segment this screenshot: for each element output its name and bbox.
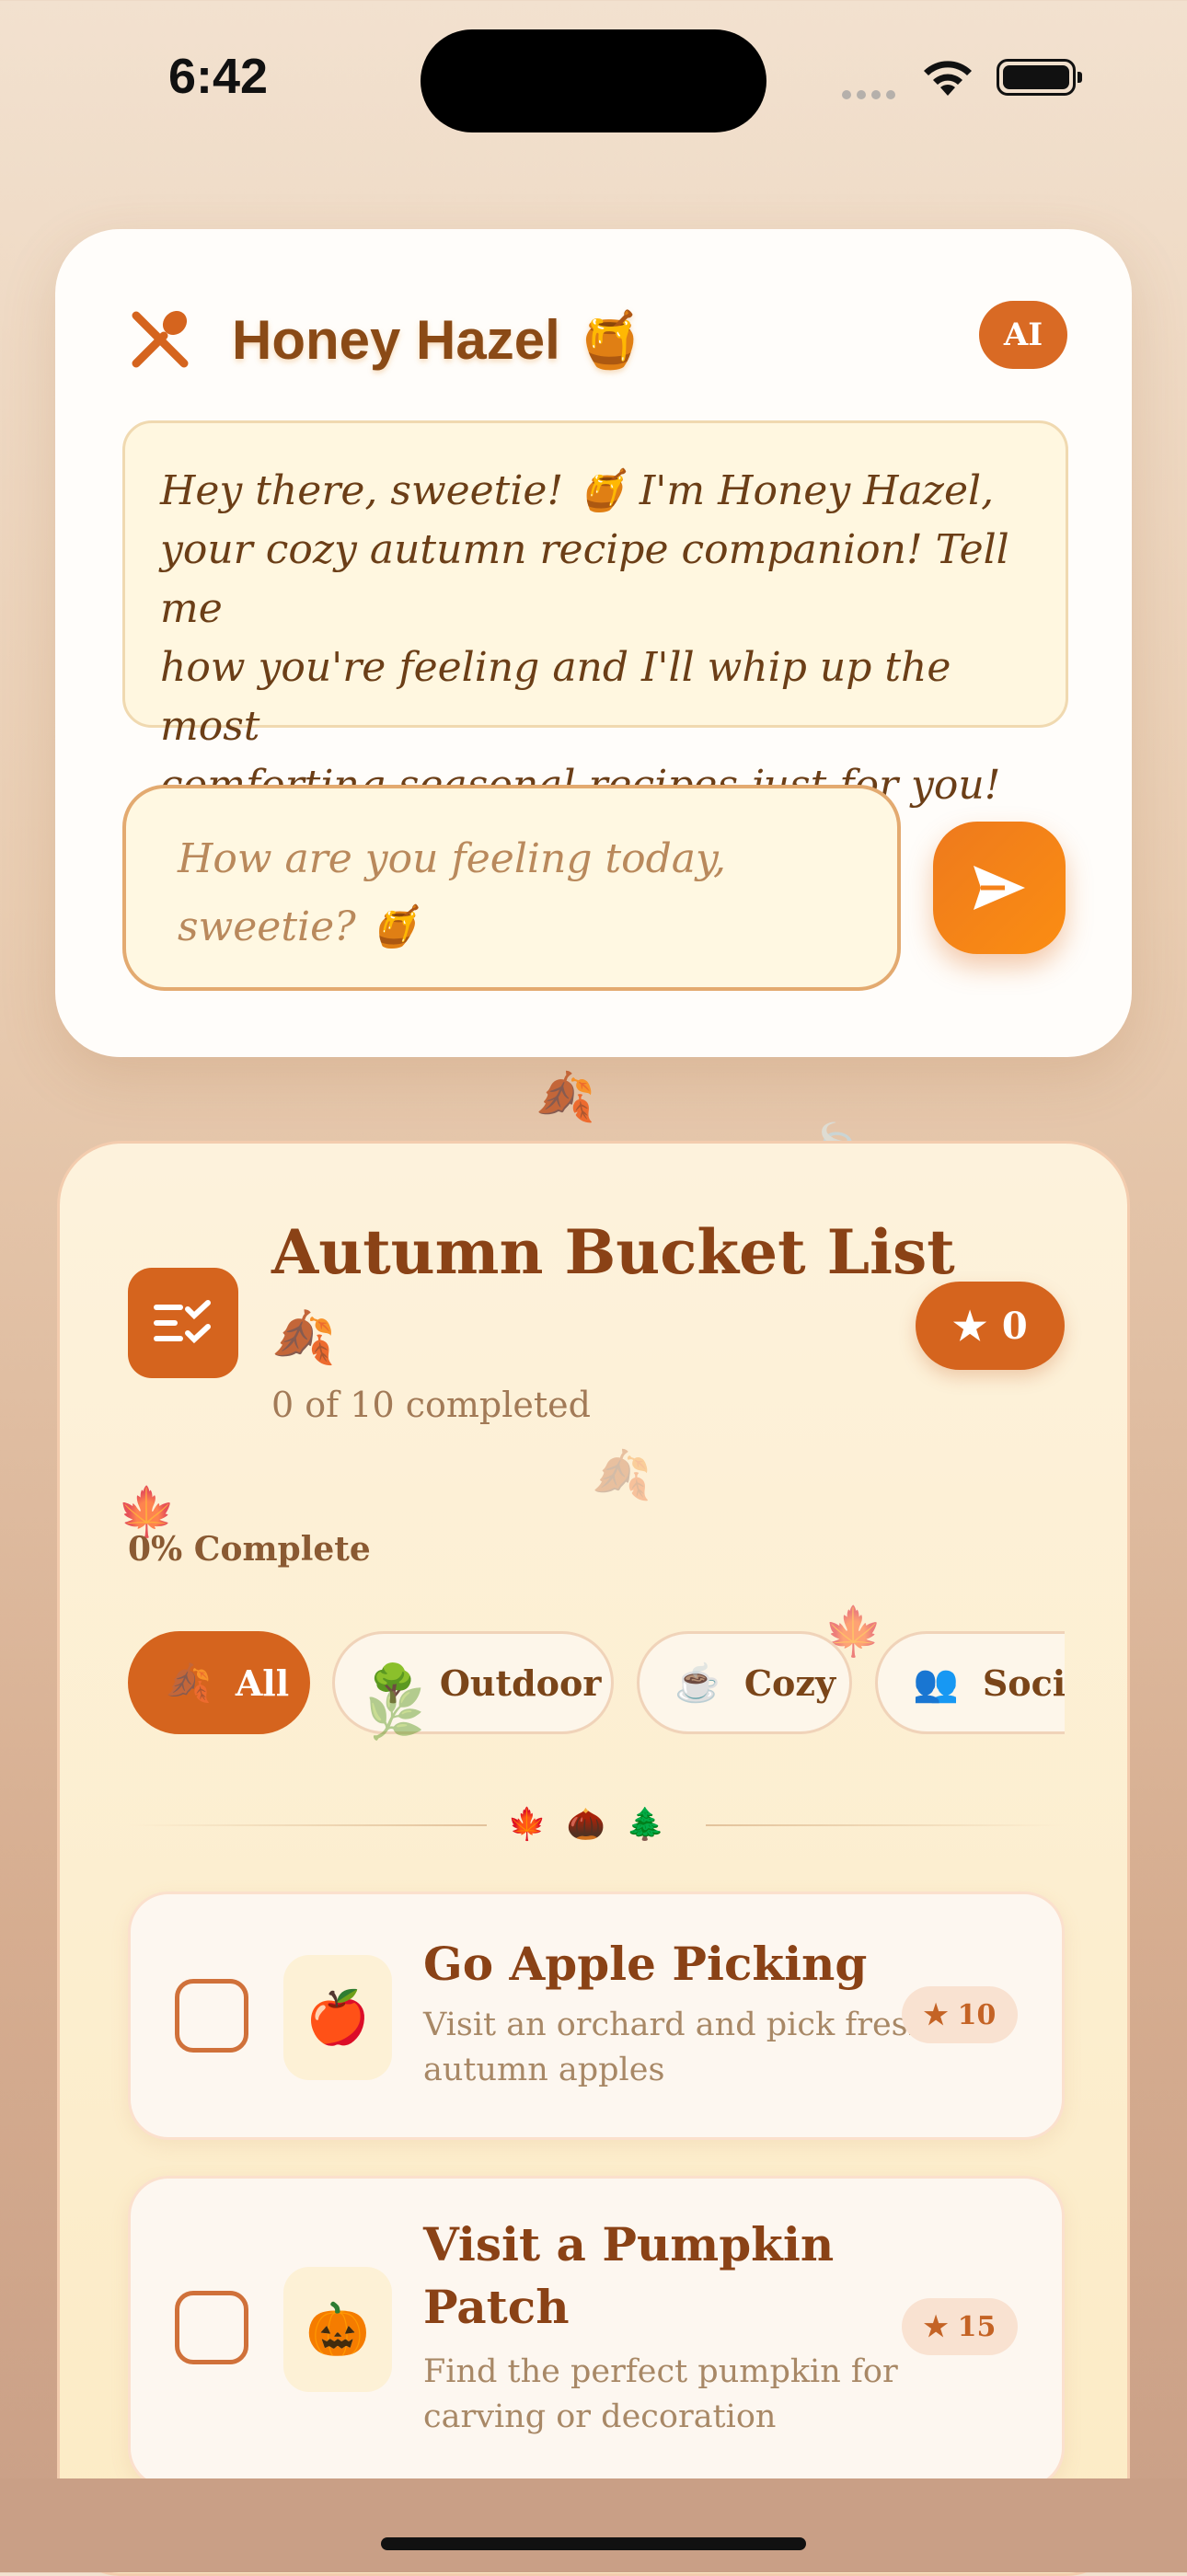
item-title: Go Apple Picking	[423, 1937, 868, 1991]
filter-all[interactable]: 🍂 All	[128, 1631, 310, 1734]
falling-leaf-icon: 🍂	[536, 1070, 595, 1125]
fallen-leaves-icon: 🍂	[271, 1308, 336, 1368]
greeting-line: how you're feeling and I'll whip up the …	[160, 644, 951, 750]
item-points: ★ 10	[902, 1986, 1018, 2043]
send-icon	[974, 866, 1025, 910]
item-points-value: 10	[957, 1998, 997, 2031]
home-bar-area	[0, 2478, 1187, 2572]
filter-label: All	[235, 1662, 290, 1704]
battery-icon	[997, 59, 1082, 96]
star-icon: ★	[952, 1303, 987, 1349]
dynamic-island	[421, 29, 766, 132]
star-icon: ★	[923, 1998, 949, 2031]
status-time: 6:42	[168, 49, 269, 104]
feeling-input[interactable]: How are you feeling today, sweetie? 🍯	[122, 785, 901, 991]
send-button[interactable]	[933, 822, 1066, 954]
bucket-list-title: Autumn Bucket List	[271, 1216, 955, 1288]
ai-badge: AI	[979, 301, 1067, 369]
section-divider: 🍁🌰🌲	[128, 1799, 1065, 1854]
bucket-item[interactable]: 🎃 Visit a Pumpkin Patch Find the perfect…	[128, 2176, 1065, 2489]
coffee-icon: ☕	[674, 1661, 720, 1705]
item-checkbox[interactable]	[175, 2291, 248, 2364]
item-points-value: 15	[957, 2310, 997, 2343]
filter-social[interactable]: 👥 Social	[875, 1631, 1065, 1734]
fork-and-spoon-icon	[132, 310, 189, 368]
people-icon: 👥	[913, 1661, 959, 1705]
wifi-icon	[924, 61, 972, 96]
checklist-icon	[128, 1268, 238, 1378]
chat-card: Honey Hazel 🍯 AI Hey there, sweetie! 🍯 I…	[55, 229, 1132, 1057]
item-points: ★ 15	[902, 2298, 1018, 2355]
falling-leaf-icon: 🌿	[365, 1687, 425, 1742]
star-icon: ★	[923, 2310, 949, 2343]
filter-cozy[interactable]: ☕ Cozy	[637, 1631, 852, 1734]
apple-icon: 🍎	[283, 1955, 392, 2080]
filter-label: Social	[982, 1662, 1065, 1704]
points-value: 0	[1001, 1304, 1028, 1348]
item-description: Find the perfect pumpkin for	[423, 2353, 898, 2390]
bucket-list-card: 🍂 🍁 🍁 Autumn Bucket List 🍂 0 of 10 compl…	[57, 1141, 1130, 2576]
item-description: autumn apples	[423, 2052, 665, 2088]
item-checkbox[interactable]	[175, 1979, 248, 2053]
leaf-icon: 🍂	[166, 1661, 212, 1705]
item-description: carving or decoration	[423, 2398, 777, 2435]
filter-label: Outdoor	[439, 1662, 602, 1704]
falling-leaf-icon: 🍂	[592, 1448, 651, 1503]
chat-header: Honey Hazel 🍯	[127, 303, 644, 376]
category-filters: 🍂 All 🌳 Outdoor ☕ Cozy 👥 Social	[128, 1631, 1065, 1738]
progress-label: 0% Complete	[128, 1530, 371, 1569]
greeting-line: your cozy autumn recipe companion! Tell …	[160, 526, 1009, 632]
greeting-line: Hey there, sweetie! 🍯 I'm Honey Hazel,	[160, 467, 995, 514]
item-title: Patch	[423, 2280, 570, 2334]
home-indicator[interactable]	[381, 2537, 806, 2550]
cellular-signal-icon	[842, 86, 901, 103]
app-title: Honey Hazel 🍯	[232, 308, 645, 371]
bucket-item[interactable]: 🍎 Go Apple Picking Visit an orchard and …	[128, 1892, 1065, 2140]
input-placeholder-line: How are you feeling today,	[178, 835, 727, 882]
completed-count: 0 of 10 completed	[271, 1385, 591, 1425]
item-description: Visit an orchard and pick fresh	[423, 2007, 929, 2043]
pumpkin-icon: 🎃	[283, 2267, 392, 2392]
status-bar: 6:42	[0, 0, 1187, 161]
points-badge: ★ 0	[916, 1282, 1065, 1370]
assistant-greeting: Hey there, sweetie! 🍯 I'm Honey Hazel, y…	[122, 420, 1068, 868]
item-title: Visit a Pumpkin	[423, 2217, 835, 2271]
input-placeholder-line: sweetie? 🍯	[178, 903, 420, 950]
filter-label: Cozy	[743, 1662, 836, 1704]
